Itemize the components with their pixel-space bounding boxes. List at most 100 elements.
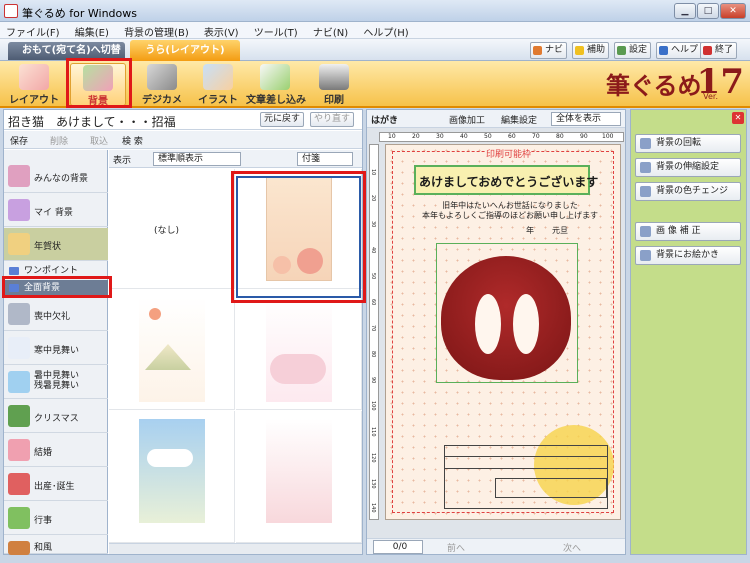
category-label: 年賀状	[34, 242, 62, 252]
palette-icon	[640, 186, 651, 197]
category-wafu[interactable]: 和風	[4, 536, 108, 555]
minimize-button[interactable]: ▁	[674, 3, 696, 19]
highlight-zenmen	[2, 276, 112, 298]
exit-button[interactable]: 終了	[700, 42, 738, 59]
category-my[interactable]: マイ 背景	[4, 194, 108, 227]
import-button[interactable]: 取込	[90, 134, 108, 147]
category-wedding[interactable]: 結婚	[4, 434, 108, 467]
help-label: ヘルプ	[671, 45, 699, 55]
ribbon-text-insert[interactable]: 文章差し込み	[246, 63, 306, 106]
layout-icon	[19, 64, 49, 90]
menu-background[interactable]: 背景の管理(B)	[118, 22, 195, 39]
rotate-background-button[interactable]: 背景の回転	[635, 134, 741, 153]
color-change-button[interactable]: 背景の色チェンジ	[635, 182, 741, 201]
wafu-icon	[8, 541, 30, 555]
hojo-button[interactable]: 補助	[572, 42, 610, 59]
thumb-sky[interactable]	[109, 411, 235, 543]
thumb-pink[interactable]	[236, 411, 362, 543]
template-title: 招き猫 あけまして・・・招福	[8, 115, 176, 129]
menu-help[interactable]: ヘルプ(H)	[357, 22, 414, 39]
menu-edit[interactable]: 編集(E)	[69, 22, 115, 39]
settings-button[interactable]: 設定	[614, 42, 652, 59]
image-correction-button[interactable]: 画 像 補 正	[635, 222, 741, 241]
ruler-tick: 40	[370, 247, 376, 254]
ruler-tick: 30	[436, 133, 444, 140]
delete-button[interactable]: 削除	[50, 134, 68, 147]
next-button[interactable]: 次へ	[563, 541, 581, 554]
canvas-footer: 0/0 前へ 次へ	[367, 538, 625, 554]
sender-address-box[interactable]	[444, 445, 608, 509]
settings-label: 設定	[629, 45, 648, 55]
ribbon-illust[interactable]: イラスト	[190, 63, 246, 106]
window-title: 筆ぐるめ for Windows	[22, 7, 138, 20]
ribbon-camera[interactable]: デジカメ	[134, 63, 190, 106]
horizontal-scrollbar[interactable]	[109, 543, 362, 554]
draw-background-button[interactable]: 背景にお絵かき	[635, 246, 741, 265]
menu-file[interactable]: ファイル(F)	[0, 22, 66, 39]
greeting-title-box[interactable]: あけましておめでとうございます	[414, 165, 598, 195]
greeting-body[interactable]: 旧年中はたいへんお世話になりました 本年もよろしくご指導のほどお願い申し上げます	[406, 201, 614, 223]
mountain-shape	[145, 344, 191, 370]
navi-icon	[533, 46, 542, 55]
save-button[interactable]: 保存	[10, 134, 28, 147]
thumb-none[interactable]: (なし)	[109, 169, 235, 289]
ruler-tick: 40	[460, 133, 468, 140]
category-minna[interactable]: みんなの背景	[4, 160, 108, 193]
ribbon-layout[interactable]: レイアウト	[6, 63, 62, 106]
category-kanchu[interactable]: 寒中見舞い	[4, 332, 108, 365]
sort-select[interactable]: 標準順表示	[153, 152, 241, 166]
stretch-background-button[interactable]: 背景の伸縮設定	[635, 158, 741, 177]
thumb-fuji[interactable]	[109, 290, 235, 410]
category-event[interactable]: 行事	[4, 502, 108, 535]
close-panel-icon[interactable]: ✕	[732, 112, 744, 124]
ribbon-print[interactable]: 印刷	[306, 63, 362, 106]
canvas-header: はがき 画像加工 編集設定 全体を表示	[367, 110, 625, 128]
canvas-panel: はがき 画像加工 編集設定 全体を表示 10 20 30 40 50 60 70…	[366, 109, 626, 555]
postcard-canvas[interactable]: 印刷可能枠 あけましておめでとうございます 旧年中はたいへんお世話になりました …	[385, 144, 621, 520]
edit-image-button[interactable]: 画像加工	[449, 113, 485, 126]
menu-navi[interactable]: ナビ(N)	[307, 22, 354, 39]
ruler-tick: 110	[370, 427, 376, 437]
greeting-title: あけましておめでとうございます	[419, 175, 599, 189]
category-label: 行事	[34, 516, 53, 526]
ruler-tick: 120	[370, 453, 376, 463]
print-area-label: 印刷可能枠	[486, 147, 532, 160]
edit-settings-button[interactable]: 編集設定	[501, 113, 537, 126]
category-shochu[interactable]: 暑中見舞い 残暑見舞い	[4, 366, 108, 399]
category-mochu[interactable]: 喪中欠礼	[4, 298, 108, 331]
menu-tools[interactable]: ツール(T)	[248, 22, 304, 39]
ribbon-print-label: 印刷	[324, 95, 344, 106]
logo-text: 筆ぐるめ	[606, 71, 702, 100]
background-tools-panel: ✕ 背景の回転 背景の伸縮設定 背景の色チェンジ 画 像 補 正 背景にお絵かき	[630, 109, 747, 555]
page-counter: 0/0	[373, 540, 423, 554]
prev-button[interactable]: 前へ	[447, 541, 465, 554]
menu-view[interactable]: 表示(V)	[198, 22, 245, 39]
category-label: 出産･誕生	[34, 482, 75, 492]
close-button[interactable]: ✕	[720, 3, 746, 19]
category-christmas[interactable]: クリスマス	[4, 400, 108, 433]
tab-ura[interactable]: うら(レイアウト)	[130, 40, 240, 61]
redo-button[interactable]: やり直す	[310, 112, 355, 127]
undo-button[interactable]: 元に戻す	[260, 112, 305, 127]
view-label: 表示	[113, 156, 132, 166]
rabbit-illustration-box[interactable]	[436, 243, 578, 383]
exit-icon	[703, 46, 712, 55]
category-nengajo[interactable]: 年賀状	[4, 228, 108, 261]
rabbit-illustration	[441, 256, 571, 380]
stretch-icon	[640, 162, 651, 173]
zoom-select[interactable]: 全体を表示	[551, 112, 621, 126]
help-button[interactable]: ヘルプ	[656, 42, 703, 59]
thumb-clouds[interactable]	[236, 290, 362, 410]
birth-icon	[8, 473, 30, 495]
maximize-button[interactable]: □	[697, 3, 719, 19]
rotate-icon	[640, 138, 651, 149]
navi-label: ナビ	[545, 45, 564, 55]
ruler-tick: 20	[412, 133, 420, 140]
navi-button[interactable]: ナビ	[530, 42, 568, 59]
search-button[interactable]: 検 索	[122, 134, 143, 147]
date-gantan: 元旦	[552, 226, 568, 235]
category-birth[interactable]: 出産･誕生	[4, 468, 108, 501]
attach-select[interactable]: 付箋	[297, 152, 353, 166]
divider	[445, 456, 607, 457]
none-label: (なし)	[154, 226, 180, 236]
